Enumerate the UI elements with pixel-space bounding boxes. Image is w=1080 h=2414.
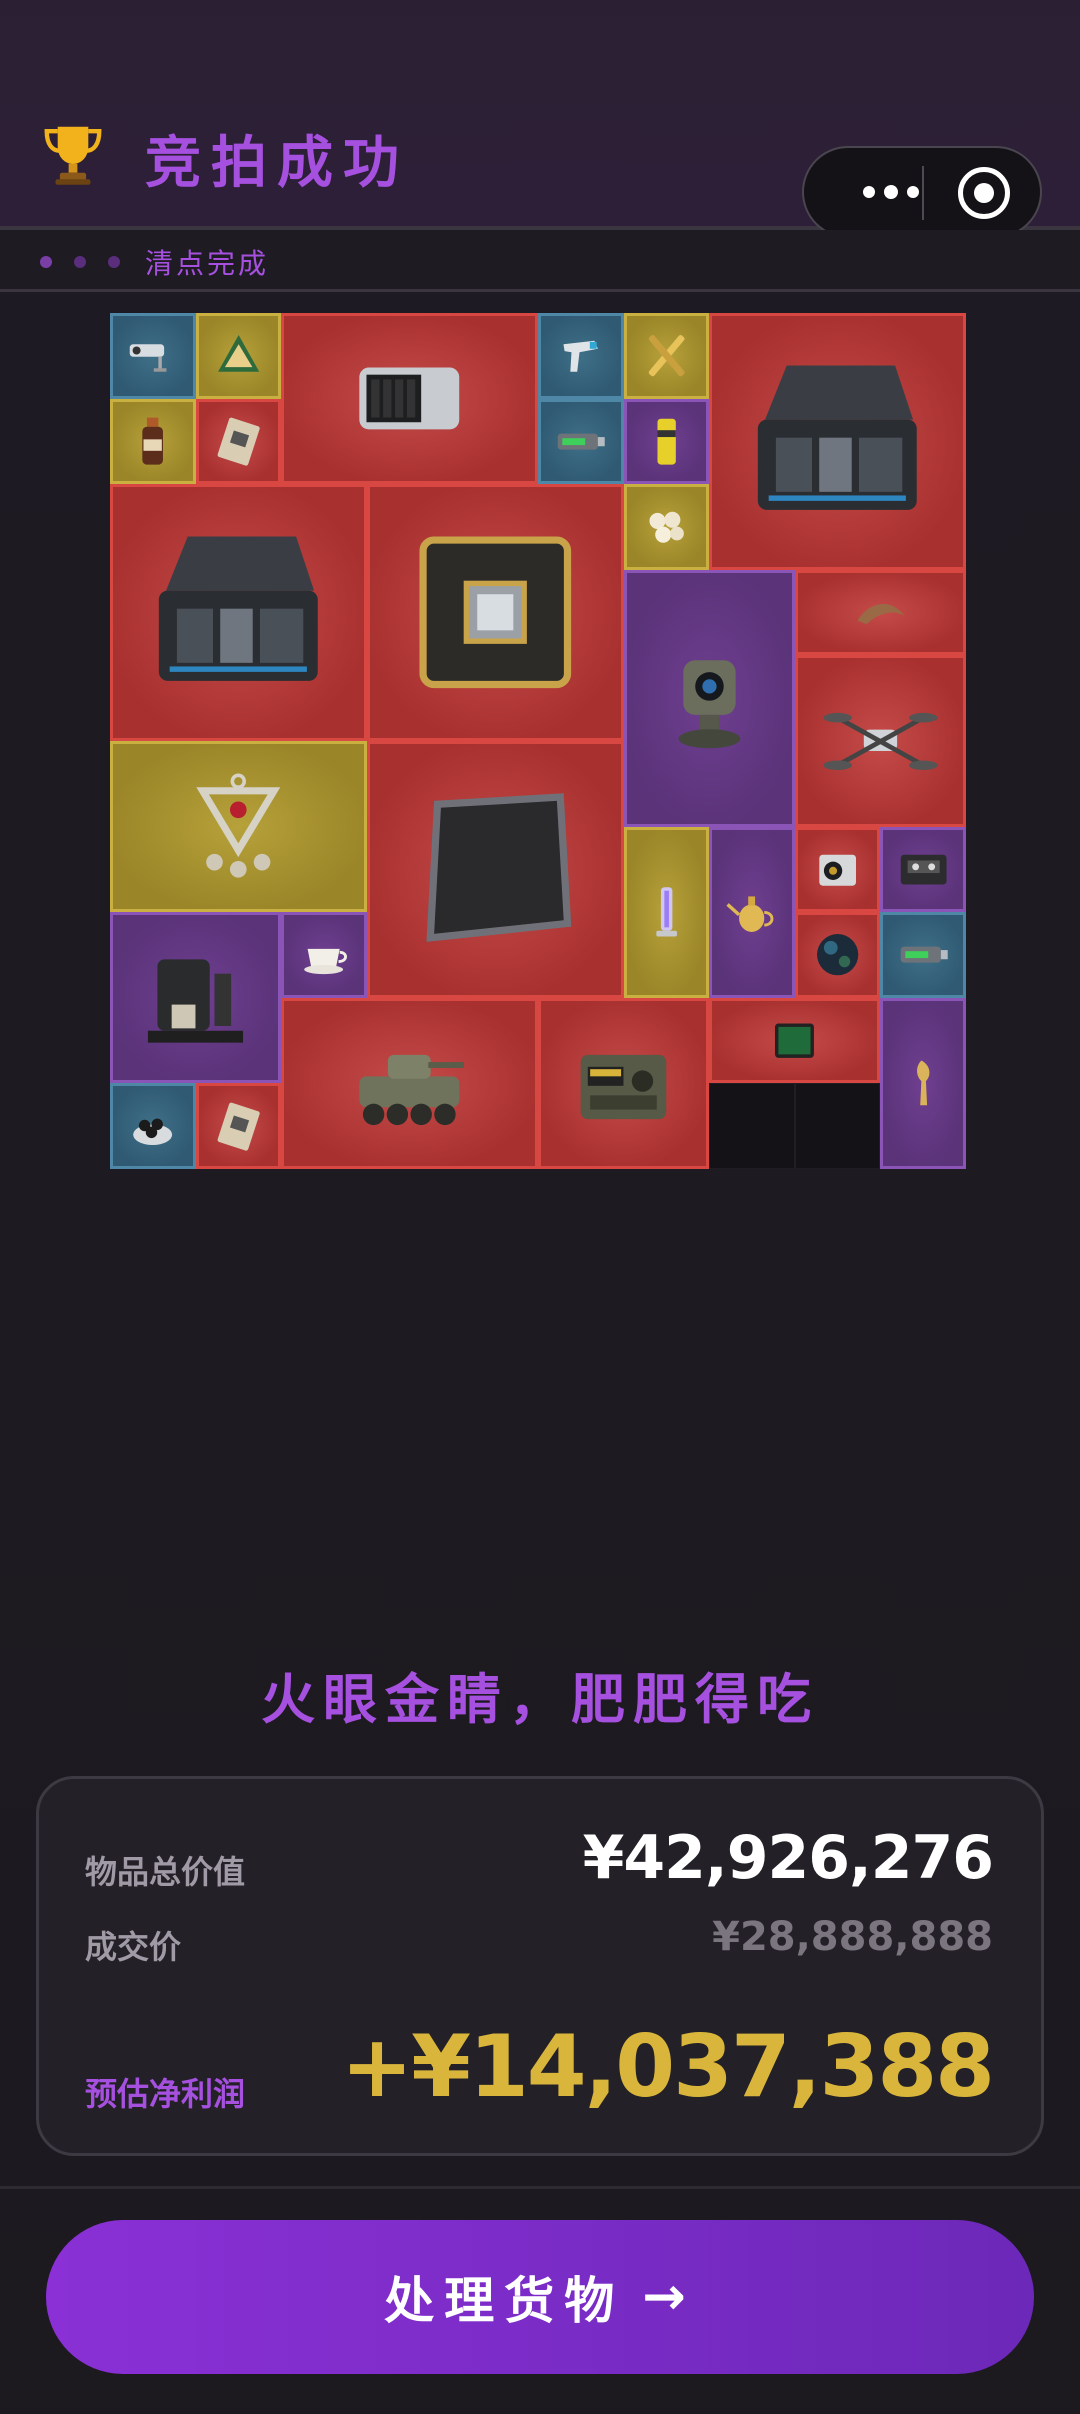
page-title: 竞拍成功 [145, 131, 409, 196]
item-thermometer-gun[interactable] [538, 313, 624, 399]
security-camera-icon [129, 344, 167, 372]
total-value: ¥42,926,276 [582, 1823, 994, 1893]
capsule-divider [922, 166, 924, 220]
trophy-icon [44, 126, 102, 185]
item-camera-module[interactable] [794, 826, 881, 913]
footer-divider [0, 2186, 1080, 2189]
usb-stick-icon [900, 946, 948, 963]
item-lens-kit[interactable] [110, 1083, 196, 1169]
item-fountain-pen[interactable] [623, 313, 710, 399]
quadcopter-drone-icon [823, 712, 938, 770]
circuit-module-icon [217, 417, 260, 466]
item-teacup[interactable] [281, 912, 367, 998]
cpu-board-icon [419, 536, 572, 689]
pearls-icon [649, 512, 684, 544]
item-cassette-tape[interactable] [880, 826, 966, 913]
item-pearls[interactable] [623, 484, 710, 570]
target-circle-icon[interactable] [958, 167, 1010, 219]
turret-camera-icon [678, 660, 741, 749]
thermometer-gun-icon [563, 340, 598, 372]
usb-stick-icon [557, 433, 605, 450]
status-row: 清点完成 [0, 230, 1080, 292]
item-server-case[interactable] [709, 313, 966, 570]
profit-value: +¥14,037,388 [341, 2017, 995, 2117]
coffee-machine-icon [148, 959, 244, 1043]
more-dots-icon[interactable] [836, 148, 946, 236]
item-circuit-module[interactable] [195, 1083, 282, 1169]
gold-horn-statue-icon [916, 1060, 929, 1106]
item-usb-stick[interactable] [538, 398, 624, 485]
server-case-icon [158, 536, 318, 682]
uv-tube-icon [656, 886, 677, 937]
item-carbon-plate[interactable] [366, 741, 624, 998]
item-green-tablet[interactable] [709, 997, 881, 1084]
total-value-label: 物品总价值 [85, 1853, 246, 1891]
item-security-camera[interactable] [110, 313, 196, 399]
item-sauce-bottle[interactable] [110, 398, 196, 485]
item-nas-drive-bay[interactable] [281, 313, 538, 485]
item-dark-orb[interactable] [794, 912, 881, 998]
item-server-case[interactable] [110, 484, 367, 741]
deal-price-label: 成交价 [85, 1928, 182, 1966]
item-quadcopter-drone[interactable] [794, 655, 966, 827]
result-card: 物品总价值 ¥42,926,276 成交价 ¥28,888,888 预估净利润 … [36, 1776, 1044, 2156]
dark-orb-icon [816, 934, 859, 976]
green-tablet-icon [775, 1023, 815, 1058]
sauce-bottle-icon [142, 417, 164, 465]
energy-can-icon [657, 418, 676, 465]
process-goods-label: 处理货物 [384, 2272, 625, 2330]
item-grid [110, 313, 966, 1169]
field-radio-icon [580, 1054, 667, 1120]
teacup-icon [304, 949, 348, 975]
status-label: 清点完成 [145, 247, 270, 280]
item-jewel-pendant[interactable] [110, 741, 367, 913]
armored-vehicle-icon [359, 1054, 465, 1126]
circuit-module-icon [217, 1102, 260, 1151]
auction-result-page: 竞拍成功 清点完成 火眼金睛，肥肥得吃 物品总价值 ¥42,926,276 成交… [0, 0, 1080, 2414]
empty-slot [709, 1083, 795, 1169]
claw-horn-icon [857, 603, 905, 625]
arrow-right-icon: → [642, 2267, 696, 2327]
empty-slot [794, 1083, 881, 1169]
cassette-tape-icon [900, 854, 947, 885]
profit-label: 预估净利润 [85, 2075, 246, 2113]
jewel-pendant-icon [196, 773, 281, 878]
cheese-snack-icon [217, 335, 260, 372]
process-goods-button[interactable]: 处理货物 → [46, 2220, 1034, 2374]
gold-teapot-icon [726, 896, 774, 932]
item-gold-teapot[interactable] [709, 826, 795, 998]
lens-kit-icon [133, 1118, 173, 1145]
item-turret-camera[interactable] [623, 569, 795, 827]
camera-module-icon [819, 854, 856, 886]
progress-dots [40, 256, 120, 268]
mini-program-capsule [802, 146, 1042, 238]
nas-drive-bay-icon [359, 367, 460, 430]
item-usb-stick[interactable] [880, 912, 966, 998]
item-circuit-module[interactable] [195, 398, 282, 485]
header: 竞拍成功 [0, 0, 1080, 238]
slogan: 火眼金睛，肥肥得吃 [261, 1668, 819, 1731]
server-case-icon [758, 365, 918, 511]
item-coffee-machine[interactable] [110, 912, 282, 1084]
item-energy-can[interactable] [623, 398, 710, 485]
item-gold-horn-statue[interactable] [880, 997, 966, 1169]
item-uv-tube[interactable] [623, 826, 710, 998]
item-claw-horn[interactable] [794, 569, 966, 656]
item-field-radio[interactable] [538, 997, 710, 1169]
item-cheese-snack[interactable] [195, 313, 282, 399]
item-cpu-board[interactable] [366, 484, 624, 741]
fountain-pen-icon [648, 335, 685, 377]
deal-price: ¥28,888,888 [712, 1914, 993, 1960]
item-armored-vehicle[interactable] [281, 997, 538, 1169]
carbon-plate-icon [426, 793, 572, 943]
